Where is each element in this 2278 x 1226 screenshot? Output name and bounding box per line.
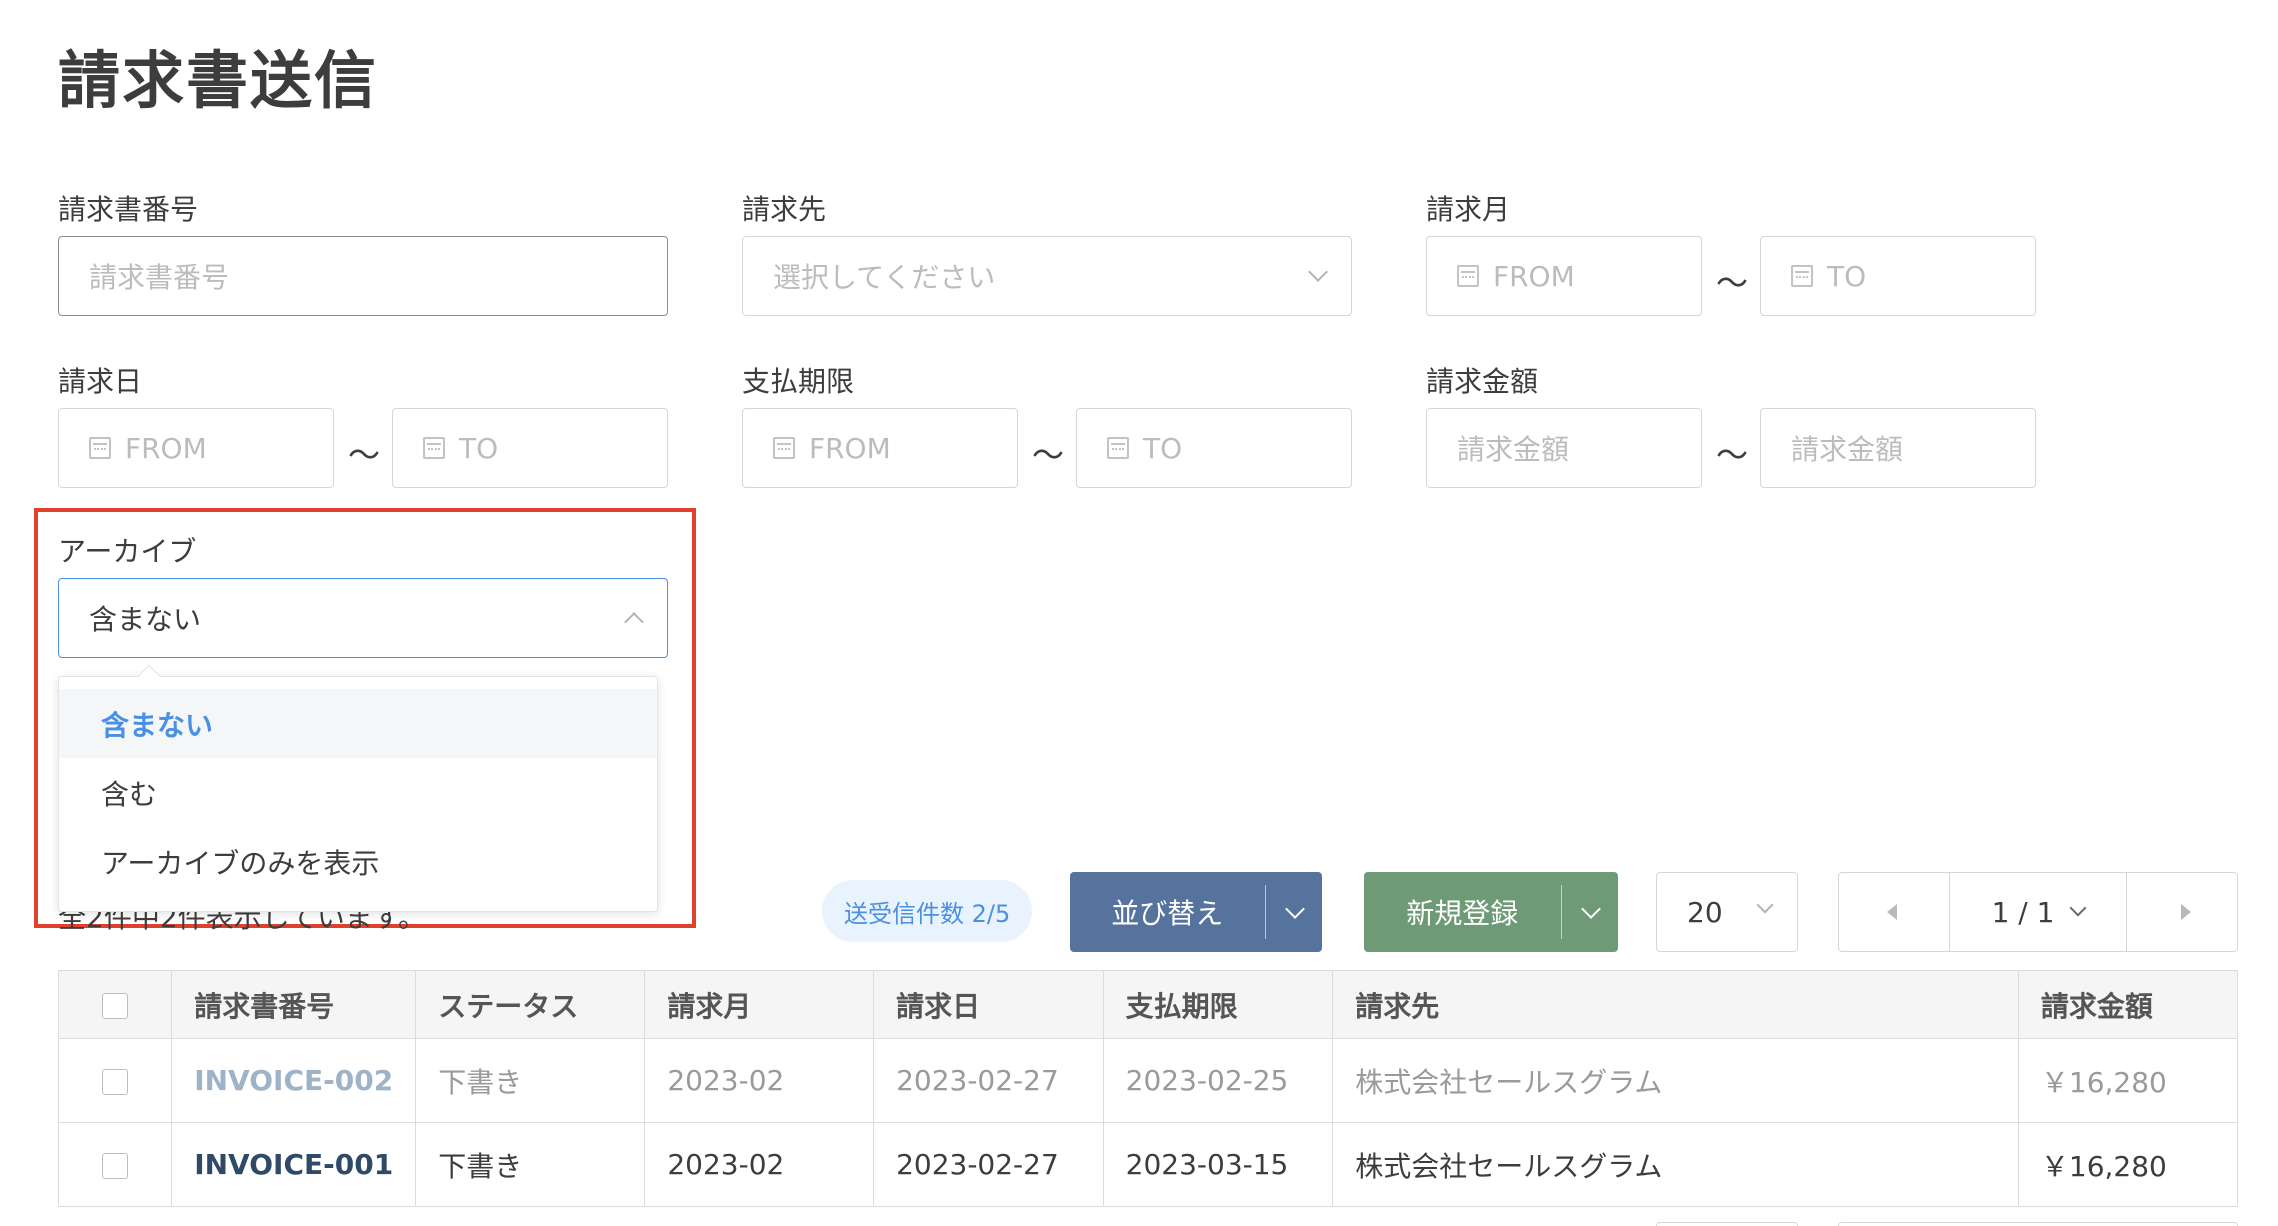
chevron-up-icon: [624, 612, 644, 632]
page-title: 請求書送信: [58, 44, 379, 117]
next-page-button[interactable]: [2127, 873, 2237, 951]
archive-label: アーカイブ: [58, 535, 197, 568]
billing-month-from-placeholder: FROM: [1493, 259, 1575, 293]
calendar-icon: [1791, 265, 1813, 287]
row-checkbox-cell: [57, 1038, 173, 1123]
select-all-checkbox[interactable]: [102, 993, 129, 1019]
invoice-link[interactable]: INVOICE-001: [194, 1148, 393, 1181]
invoice-number-input[interactable]: 請求書番号: [58, 236, 668, 316]
billing-date-label: 請求日: [58, 365, 143, 398]
due-date-cell: 2023-03-15: [1102, 1122, 1334, 1207]
recipient-label: 請求先: [742, 193, 827, 226]
per-page-select[interactable]: 20: [1656, 872, 1798, 952]
amount-from-placeholder: 請求金額: [1457, 433, 1570, 466]
row-checkbox[interactable]: [102, 1153, 129, 1179]
table-row[interactable]: INVOICE-002 下書き 2023-02 2023-02-27 2023-…: [57, 1038, 2239, 1123]
sort-button[interactable]: 並び替え: [1070, 872, 1322, 952]
billing-month-to-input[interactable]: TO: [1760, 236, 2036, 316]
amount-to-input[interactable]: 請求金額: [1760, 408, 2036, 488]
billing-date-to-input[interactable]: TO: [392, 408, 668, 488]
chevron-down-icon: [1756, 896, 1774, 914]
range-separator: 〜: [348, 436, 381, 474]
due-date-to-placeholder: TO: [1143, 431, 1183, 465]
range-separator: 〜: [1032, 436, 1065, 474]
billing-date-to-placeholder: TO: [459, 431, 499, 465]
new-register-button-label: 新規登録: [1406, 897, 1519, 930]
invoice-number-placeholder: 請求書番号: [89, 261, 230, 294]
archive-select[interactable]: 含まない: [58, 578, 668, 658]
header-billing-date[interactable]: 請求日: [873, 970, 1104, 1039]
calendar-icon: [773, 437, 795, 459]
billing-date-cell: 2023-02-27: [873, 1038, 1104, 1123]
invoice-table: 請求書番号 ステータス 請求月 請求日 支払期限 請求先 請求金額 INVOIC…: [57, 970, 2239, 1207]
invoice-number-label: 請求書番号: [58, 193, 199, 226]
row-checkbox[interactable]: [102, 1069, 129, 1095]
row-checkbox-cell: [57, 1122, 173, 1207]
page-select[interactable]: 1 / 1: [1949, 873, 2127, 951]
calendar-icon: [1457, 265, 1479, 287]
page-indicator: 1 / 1: [1991, 895, 2055, 929]
amount-from-input[interactable]: 請求金額: [1426, 408, 1702, 488]
chevron-down-icon[interactable]: [1562, 872, 1618, 952]
header-billing-month[interactable]: 請求月: [644, 970, 875, 1039]
prev-page-button[interactable]: [1839, 873, 1949, 951]
billing-month-cell: 2023-02: [644, 1122, 875, 1207]
header-invoice-number[interactable]: 請求書番号: [171, 970, 417, 1039]
due-date-from-input[interactable]: FROM: [742, 408, 1018, 488]
invoice-number-cell: INVOICE-001: [171, 1122, 417, 1207]
per-page-value: 20: [1687, 895, 1723, 929]
calendar-icon: [89, 437, 111, 459]
archive-option-only[interactable]: アーカイブのみを表示: [59, 827, 657, 896]
due-date-from-placeholder: FROM: [809, 431, 891, 465]
billing-month-to-placeholder: TO: [1827, 259, 1867, 293]
per-page-select-bottom[interactable]: [1656, 1222, 1798, 1226]
invoice-link[interactable]: INVOICE-002: [194, 1064, 393, 1097]
caret-left-icon: [1887, 904, 1897, 920]
archive-dropdown-menu: 含まない 含む アーカイブのみを表示: [58, 664, 658, 912]
due-date-to-input[interactable]: TO: [1076, 408, 1352, 488]
billing-date-from-placeholder: FROM: [125, 431, 207, 465]
chevron-down-icon[interactable]: [1266, 872, 1322, 952]
pagination-bottom[interactable]: [1838, 1222, 2238, 1226]
recipient-placeholder: 選択してください: [773, 261, 996, 294]
amount-to-placeholder: 請求金額: [1791, 433, 1904, 466]
table-header-row: 請求書番号 ステータス 請求月 請求日 支払期限 請求先 請求金額: [57, 970, 2239, 1039]
archive-select-value: 含まない: [89, 603, 202, 636]
range-separator: 〜: [1716, 436, 1749, 474]
new-register-button[interactable]: 新規登録: [1364, 872, 1618, 952]
header-status[interactable]: ステータス: [415, 970, 646, 1039]
select-all-cell: [57, 970, 173, 1039]
amount-cell: ￥16,280: [2017, 1122, 2239, 1207]
invoice-number-cell: INVOICE-002: [171, 1038, 417, 1123]
sort-button-label: 並び替え: [1111, 897, 1224, 930]
calendar-icon: [423, 437, 445, 459]
header-recipient[interactable]: 請求先: [1332, 970, 2019, 1039]
recipient-cell: 株式会社セールスグラム: [1332, 1122, 2019, 1207]
header-amount[interactable]: 請求金額: [2017, 970, 2239, 1039]
billing-date-cell: 2023-02-27: [873, 1122, 1104, 1207]
due-date-label: 支払期限: [742, 365, 855, 398]
caret-right-icon: [2181, 904, 2191, 920]
due-date-cell: 2023-02-25: [1102, 1038, 1334, 1123]
billing-date-from-input[interactable]: FROM: [58, 408, 334, 488]
chevron-down-icon: [1308, 262, 1328, 282]
recipient-cell: 株式会社セールスグラム: [1332, 1038, 2019, 1123]
pagination: 1 / 1: [1838, 872, 2238, 952]
billing-month-label: 請求月: [1426, 193, 1511, 226]
amount-cell: ￥16,280: [2017, 1038, 2239, 1123]
status-cell: 下書き: [415, 1122, 646, 1207]
recipient-select[interactable]: 選択してください: [742, 236, 1352, 316]
header-due-date[interactable]: 支払期限: [1102, 970, 1334, 1039]
sent-count-badge: 送受信件数 2/5: [822, 880, 1033, 942]
amount-label: 請求金額: [1426, 365, 1539, 398]
billing-month-from-input[interactable]: FROM: [1426, 236, 1702, 316]
billing-month-cell: 2023-02: [644, 1038, 875, 1123]
chevron-down-icon: [2069, 899, 2087, 917]
calendar-icon: [1107, 437, 1129, 459]
status-cell: 下書き: [415, 1038, 646, 1123]
archive-option-exclude[interactable]: 含まない: [59, 689, 657, 758]
archive-option-include[interactable]: 含む: [59, 758, 657, 827]
range-separator: 〜: [1716, 264, 1749, 302]
table-row[interactable]: INVOICE-001 下書き 2023-02 2023-02-27 2023-…: [57, 1122, 2239, 1207]
